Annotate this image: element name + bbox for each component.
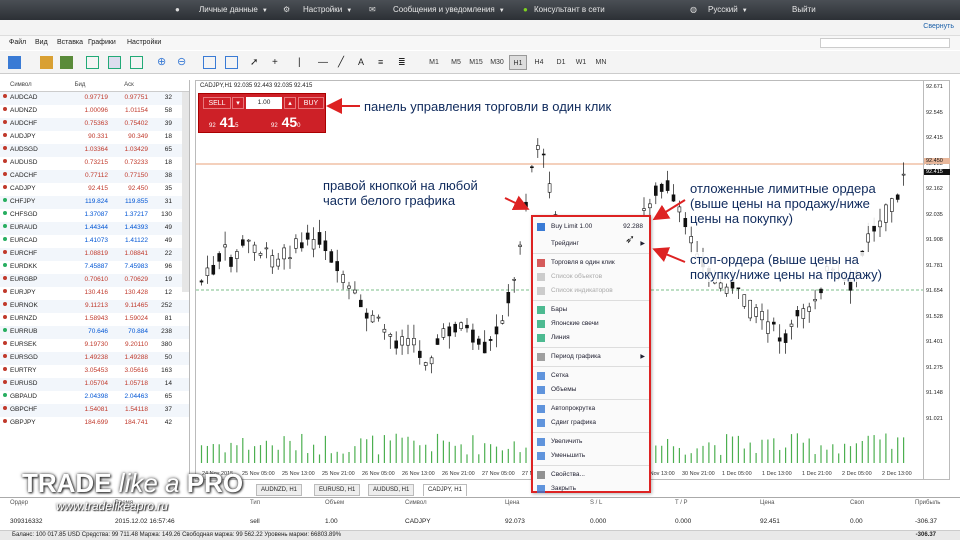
positions-cell: -306.37: [915, 518, 938, 525]
context-menu-item[interactable]: Увеличить: [533, 435, 649, 449]
positions-cell: 0.00: [850, 518, 863, 525]
menu-item-label: Сетка: [551, 372, 569, 379]
chevron-right-icon: ▶: [640, 241, 645, 247]
context-menu-item[interactable]: Период графика ▶: [533, 350, 649, 364]
watermark-brand-b: like a: [118, 468, 180, 498]
watermark-url: www.tradelikeapro.ru: [56, 499, 169, 513]
menu-item-label: Уменьшить: [551, 452, 586, 459]
positions-col-header[interactable]: Цена: [505, 500, 519, 506]
menu-item-icon: [537, 386, 545, 394]
menu-item-icon: [537, 287, 545, 295]
positions-cell: CADJPY: [405, 518, 431, 525]
context-menu-item[interactable]: Список объектов: [533, 270, 649, 284]
positions-col-header[interactable]: S / L: [590, 500, 602, 506]
mouse-cursor-icon: ➶: [625, 232, 636, 246]
context-menu-item[interactable]: Сдвиг графика: [533, 416, 649, 430]
account-summary: Баланс: 100 017.85 USD Средства: 99 711.…: [12, 532, 342, 538]
menu-item-label: Период графика: [551, 353, 601, 360]
annotation-limit-orders: отложенные лимитные ордера (выше цены на…: [690, 181, 876, 226]
positions-col-header[interactable]: Цена: [760, 500, 774, 506]
chart-tab[interactable]: AUDUSD, H1: [368, 484, 415, 496]
menu-item-icon: [537, 320, 545, 328]
menu-item-label: Список индикаторов: [551, 287, 613, 294]
buy-limit-label: Buy Limit 1.00: [551, 223, 593, 230]
context-menu-item[interactable]: Уменьшить: [533, 449, 649, 463]
positions-col-header[interactable]: Ордер: [10, 500, 28, 506]
positions-col-header[interactable]: Своп: [850, 500, 864, 506]
annotation-stop-orders: стоп-ордера (выше цены на покупку/ниже ц…: [690, 252, 882, 282]
annotation-panel: панель управления торговли в один клик: [364, 99, 612, 114]
positions-col-header[interactable]: Символ: [405, 500, 427, 506]
platform-window: ● Личные данные ▼ ⚙ Настройки ▼ ✉ Сообщени…: [0, 0, 960, 540]
menu-item-icon: [537, 405, 545, 413]
menu-item-label: Японские свечи: [551, 320, 599, 327]
context-menu-item[interactable]: Свойства...: [533, 468, 649, 482]
menu-item-icon: [537, 259, 545, 267]
total-profit: -306.37: [915, 532, 936, 538]
chart-tab[interactable]: EURUSD, H1: [314, 484, 361, 496]
menu-item-icon: [537, 353, 545, 361]
arrow-right-click: [504, 195, 530, 211]
menu-item-label: Свойства...: [551, 471, 585, 478]
positions-col-header[interactable]: Объем: [325, 500, 344, 506]
context-menu-item[interactable]: Объемы: [533, 383, 649, 397]
menu-item-icon: [537, 372, 545, 380]
positions-cell: sell: [250, 518, 260, 525]
menu-item-label: Объемы: [551, 386, 577, 393]
context-menu-item[interactable]: Бары: [533, 303, 649, 317]
arrow-limit: [652, 199, 686, 221]
menu-item-label: Список объектов: [551, 273, 603, 280]
annotation-right-click: правой кнопкой на любой части белого гра…: [323, 178, 478, 208]
positions-cell: 92.451: [760, 518, 780, 525]
positions-cell: 0.000: [675, 518, 692, 525]
context-menu-item[interactable]: Сетка: [533, 369, 649, 383]
chart-tab[interactable]: AUDNZD, H1: [256, 484, 303, 496]
watermark-brand-c: PRO: [186, 468, 244, 498]
positions-cell: 2015.12.02 16:57:46: [115, 518, 175, 525]
buy-limit-icon: [537, 223, 545, 231]
menu-item-icon: [537, 419, 545, 427]
watermark-logo: TRADE like a PRO: [22, 468, 243, 499]
arrow-stop: [652, 247, 686, 263]
chart-tabs: AUDNZD, H1 EURUSD, H1 AUDUSD, H1 CADJPY, H1: [190, 484, 950, 496]
account-status-bar: Баланс: 100 017.85 USD Средства: 99 711.…: [0, 530, 960, 540]
watermark-brand-a: TRADE: [22, 468, 112, 498]
menu-item-label: Увеличить: [551, 438, 583, 445]
context-menu: Buy Limit 1.00 92.288 Трейдинг ▶ Торговл…: [531, 215, 651, 493]
menu-item-label: Бары: [551, 306, 568, 313]
menu-item-label: Линия: [551, 334, 570, 341]
menu-item-label: Сдвиг графика: [551, 419, 596, 426]
positions-cell: 0.000: [590, 518, 607, 525]
menu-item-icon: [537, 306, 545, 314]
menu-item-label: Автопрокрутка: [551, 405, 596, 412]
context-menu-item[interactable]: Торговля в один клик: [533, 256, 649, 270]
positions-col-header[interactable]: T / P: [675, 500, 688, 506]
menu-item-icon: [537, 471, 545, 479]
positions-cell: 1.00: [325, 518, 338, 525]
menu-item-icon: [537, 334, 545, 342]
menu-item-label: Торговля в один клик: [551, 259, 615, 266]
positions-col-header[interactable]: Тип: [250, 500, 260, 506]
menu-item-icon: [537, 273, 545, 281]
trading-label: Трейдинг: [551, 240, 579, 247]
context-menu-item[interactable]: Список индикаторов: [533, 284, 649, 298]
positions-cell: 92.073: [505, 518, 525, 525]
context-menu-item[interactable]: Японские свечи: [533, 317, 649, 331]
context-menu-item[interactable]: Линия: [533, 331, 649, 345]
menu-item-icon: [537, 452, 545, 460]
context-menu-items: Торговля в один клик Список объектов Списо…: [533, 256, 649, 496]
chart-tab[interactable]: CADJPY, H1: [423, 484, 467, 496]
positions-col-header[interactable]: Прибыль: [915, 500, 940, 506]
context-menu-item[interactable]: Автопрокрутка: [533, 402, 649, 416]
positions-cell: 309316332: [10, 518, 43, 525]
menu-item-icon: [537, 438, 545, 446]
chevron-right-icon: ▶: [640, 354, 645, 360]
